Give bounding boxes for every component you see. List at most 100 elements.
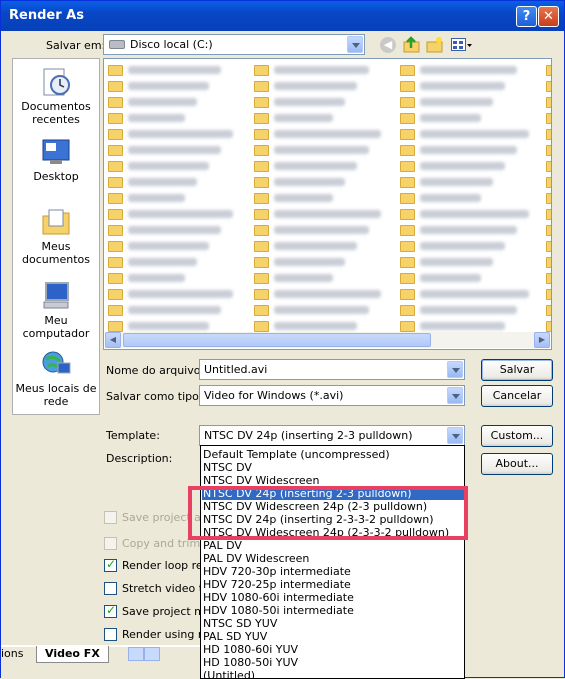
template-combo[interactable]: NTSC DV 24p (inserting 2-3 pulldown) <box>199 425 465 446</box>
folder-item[interactable] <box>108 288 238 302</box>
tab-video-fx[interactable]: Video FX <box>36 646 109 663</box>
chevron-down-icon[interactable] <box>347 36 363 53</box>
scrollbar-thumb[interactable] <box>123 333 431 347</box>
place-desktop[interactable]: Desktop <box>13 137 99 183</box>
folder-item[interactable] <box>546 304 551 318</box>
folder-item[interactable] <box>108 96 238 110</box>
place-my-computer[interactable]: Meu computador <box>13 281 99 340</box>
back-icon[interactable]: ◀ <box>380 37 396 53</box>
template-option[interactable]: NTSC SD YUV <box>202 617 464 630</box>
folder-item[interactable] <box>400 192 530 206</box>
template-option[interactable]: HDV 1080-60i intermediate <box>202 591 464 604</box>
folder-item[interactable] <box>400 304 530 318</box>
folder-item[interactable] <box>108 208 238 222</box>
folder-item[interactable] <box>254 304 384 318</box>
folder-item[interactable] <box>400 160 530 174</box>
folder-item[interactable] <box>400 144 530 158</box>
template-option[interactable]: HDV 1080-50i intermediate <box>202 604 464 617</box>
folder-item[interactable] <box>546 160 551 174</box>
folder-item[interactable] <box>108 176 238 190</box>
folder-item[interactable] <box>400 240 530 254</box>
save-as-type-combo[interactable]: Video for Windows (*.avi) <box>199 385 465 406</box>
folder-item[interactable] <box>254 128 384 142</box>
checkbox-box[interactable] <box>104 557 117 572</box>
folder-item[interactable] <box>400 272 530 286</box>
folder-item[interactable] <box>400 208 530 222</box>
scroll-left-icon[interactable] <box>128 647 144 661</box>
folder-item[interactable] <box>254 208 384 222</box>
folder-item[interactable] <box>400 96 530 110</box>
folder-item[interactable] <box>254 80 384 94</box>
folder-item[interactable] <box>108 80 238 94</box>
cancel-button[interactable]: Cancelar <box>481 385 553 407</box>
template-dropdown-list[interactable]: Default Template (uncompressed) NTSC DV NT… <box>200 445 465 679</box>
checkbox-box[interactable] <box>104 603 117 618</box>
folder-item[interactable] <box>254 176 384 190</box>
file-name-combo[interactable]: Untitled.avi <box>199 359 465 380</box>
place-network-places[interactable]: Meus locais de rede <box>13 349 99 408</box>
folder-item[interactable] <box>546 96 551 110</box>
folder-item[interactable] <box>254 272 384 286</box>
folder-item[interactable] <box>546 112 551 126</box>
scroll-right-icon[interactable] <box>144 647 160 661</box>
template-option[interactable]: HDV 720-30p intermediate <box>202 565 464 578</box>
folder-item[interactable] <box>400 64 530 78</box>
chevron-down-icon[interactable] <box>447 427 463 444</box>
checkbox-box[interactable] <box>104 628 117 641</box>
scroll-left-icon[interactable]: ◀ <box>105 332 121 348</box>
folder-item[interactable] <box>254 64 384 78</box>
about-button[interactable]: About... <box>481 453 553 475</box>
template-option[interactable]: HD 1080-50i YUV <box>202 656 464 669</box>
folder-item[interactable] <box>254 112 384 126</box>
folder-item[interactable] <box>546 272 551 286</box>
scroll-right-icon[interactable]: ▶ <box>534 332 550 348</box>
folder-item[interactable] <box>254 192 384 206</box>
folder-item[interactable] <box>546 80 551 94</box>
folder-item[interactable] <box>546 144 551 158</box>
template-option[interactable]: HD 1080-60i YUV <box>202 643 464 656</box>
template-option[interactable]: HDV 720-25p intermediate <box>202 578 464 591</box>
folder-item[interactable] <box>546 128 551 142</box>
place-my-documents[interactable]: Meus documentos <box>13 207 99 266</box>
folder-item[interactable] <box>108 144 238 158</box>
close-button[interactable]: ✕ <box>538 6 559 27</box>
folder-item[interactable] <box>108 304 238 318</box>
folder-item[interactable] <box>546 224 551 238</box>
checkbox-box[interactable] <box>104 511 117 524</box>
save-in-combo[interactable]: Disco local (C:) <box>103 34 365 55</box>
template-option[interactable]: PAL SD YUV <box>202 630 464 643</box>
chevron-down-icon[interactable] <box>447 361 463 378</box>
template-option[interactable]: PAL DV Widescreen <box>202 552 464 565</box>
folder-item[interactable] <box>254 96 384 110</box>
folder-item[interactable] <box>400 176 530 190</box>
folder-item[interactable] <box>254 256 384 270</box>
folder-item[interactable] <box>400 128 530 142</box>
place-recent-documents[interactable]: Documentos recentes <box>13 67 99 126</box>
checkbox-box[interactable] <box>104 582 117 595</box>
folder-item[interactable] <box>546 176 551 190</box>
folder-item[interactable] <box>108 272 238 286</box>
folder-item[interactable] <box>546 240 551 254</box>
template-option[interactable]: PAL DV <box>202 539 464 552</box>
folder-item[interactable] <box>254 160 384 174</box>
tab-transitions[interactable]: ions <box>1 646 24 662</box>
folder-item[interactable] <box>254 240 384 254</box>
folder-item[interactable] <box>546 288 551 302</box>
chevron-down-icon[interactable] <box>447 387 463 404</box>
folder-item[interactable] <box>546 208 551 222</box>
up-folder-icon[interactable] <box>403 36 420 53</box>
folder-item[interactable] <box>108 160 238 174</box>
folder-item[interactable] <box>400 112 530 126</box>
folder-item[interactable] <box>108 64 238 78</box>
new-folder-icon[interactable] <box>426 36 443 53</box>
save-button[interactable]: Salvar <box>481 359 553 381</box>
folder-item[interactable] <box>400 224 530 238</box>
views-menu-icon[interactable] <box>451 38 473 52</box>
folder-item[interactable] <box>108 224 238 238</box>
folder-item[interactable] <box>254 224 384 238</box>
folder-item[interactable] <box>254 288 384 302</box>
horizontal-scrollbar[interactable]: ◀ ▶ <box>105 332 550 348</box>
folder-item[interactable] <box>546 256 551 270</box>
folder-item[interactable] <box>108 192 238 206</box>
help-button[interactable]: ? <box>516 6 537 27</box>
